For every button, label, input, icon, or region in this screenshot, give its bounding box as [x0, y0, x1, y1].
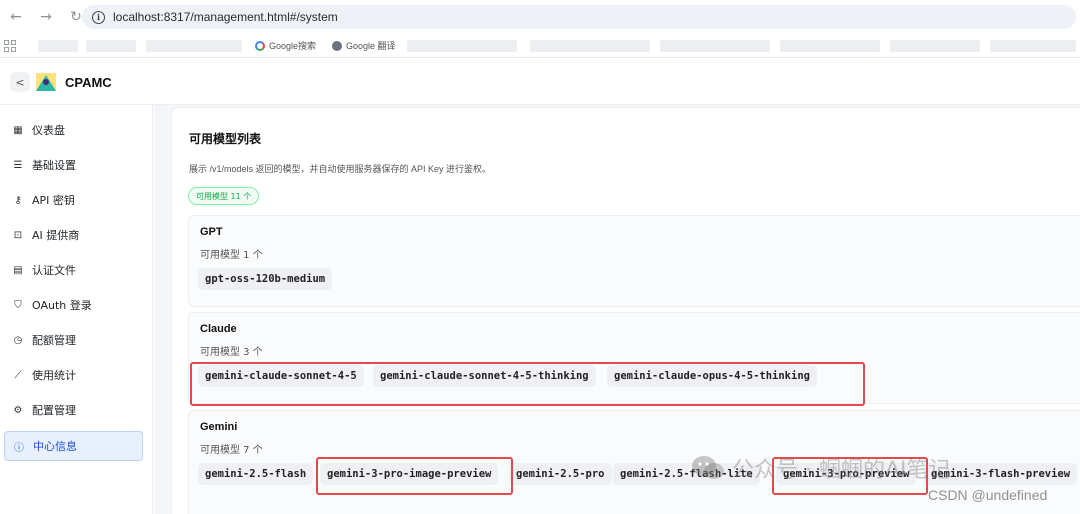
sidebar-item-basic-settings[interactable]: ☰ 基础设置: [4, 150, 143, 180]
chevron-left-icon: <: [15, 75, 25, 89]
file-icon: ▤: [13, 264, 23, 276]
group-title: Claude: [200, 323, 237, 335]
url-text: localhost:8317/management.html#/system: [113, 10, 338, 24]
globe-icon: [332, 40, 342, 51]
logo-icon: [36, 73, 56, 91]
model-count-badge: 可用模型 11 个: [188, 187, 260, 205]
blurred-bookmark[interactable]: [890, 40, 980, 52]
site-info-icon[interactable]: i: [92, 10, 105, 24]
group-title: GPT: [200, 226, 223, 238]
panel-title: 可用模型列表: [189, 132, 262, 146]
group-subtitle: 可用模型 7 个: [200, 445, 263, 456]
back-arrow-icon[interactable]: ←: [6, 7, 26, 27]
model-chip[interactable]: gemini-2.5-pro: [509, 463, 612, 485]
sidebar-item-ai-providers[interactable]: ⊡ AI 提供商: [4, 220, 143, 250]
dashboard-icon: ▦: [13, 124, 23, 136]
timer-icon: ◷: [13, 334, 23, 346]
browser-address-bar: ← → ↻ i localhost:8317/management.html#/…: [0, 0, 1080, 34]
forward-arrow-icon[interactable]: →: [36, 7, 56, 27]
wechat-icon: [692, 456, 724, 479]
bookmark-google-translate[interactable]: Google 翻译: [332, 39, 396, 52]
sidebar-item-auth-files[interactable]: ▤ 认证文件: [4, 255, 143, 285]
bookmark-google-search[interactable]: Google搜索: [255, 39, 316, 52]
sidebar-item-usage-stats[interactable]: ⟋ 使用统计: [4, 360, 143, 390]
sidebar-item-center-info[interactable]: ⓘ 中心信息: [4, 431, 143, 461]
sidebar: ▦ 仪表盘 ☰ 基础设置 ⚷ API 密钥 ⊡ AI 提供商 ▤ 认证文件 ⛉ …: [0, 105, 153, 514]
model-chip[interactable]: gemini-claude-sonnet-4-5-thinking: [373, 365, 596, 387]
gear-icon: ⚙: [13, 404, 23, 416]
sidebar-item-config[interactable]: ⚙ 配置管理: [4, 395, 143, 425]
app-title: CPAMC: [65, 75, 112, 90]
url-field[interactable]: i localhost:8317/management.html#/system: [82, 5, 1076, 29]
model-chip[interactable]: gpt-oss-120b-medium: [198, 268, 333, 290]
blurred-bookmark[interactable]: [407, 40, 517, 52]
apps-grid-icon[interactable]: [4, 39, 16, 52]
sliders-icon: ☰: [13, 159, 23, 171]
model-chip[interactable]: gemini-3-pro-image-preview: [320, 463, 499, 485]
group-subtitle: 可用模型 1 个: [200, 250, 263, 261]
blurred-bookmark[interactable]: [530, 40, 650, 52]
blurred-bookmark[interactable]: [660, 40, 770, 52]
panel-description: 展示 /v1/models 返回的模型，并自动使用服务器保存的 API Key …: [189, 164, 492, 174]
model-chip[interactable]: gemini-claude-sonnet-4-5: [198, 365, 364, 387]
sidebar-item-dashboard[interactable]: ▦ 仪表盘: [4, 115, 143, 145]
sidebar-item-oauth-login[interactable]: ⛉ OAuth 登录: [4, 290, 143, 320]
shield-icon: ⛉: [14, 299, 22, 311]
model-group-gpt: GPT 可用模型 1 个 gpt-oss-120b-medium: [188, 215, 1080, 307]
info-icon: ⓘ: [14, 442, 24, 454]
bookmarks-bar: Google搜索 Google 翻译: [0, 34, 1080, 58]
blurred-bookmark[interactable]: [780, 40, 880, 52]
blurred-bookmark[interactable]: [38, 40, 78, 52]
chart-icon: ⟋: [14, 369, 22, 381]
robot-icon: ⊡: [13, 229, 23, 241]
google-icon: [255, 40, 265, 51]
blurred-bookmark[interactable]: [146, 40, 242, 52]
sidebar-item-api-keys[interactable]: ⚷ API 密钥: [4, 185, 143, 215]
watermark: 公众号 · 蝈蝈的AI笔记: [690, 452, 951, 484]
blurred-bookmark[interactable]: [990, 40, 1076, 52]
csdn-watermark: CSDN @undefined: [928, 487, 1048, 503]
model-group-claude: Claude 可用模型 3 个 gemini-claude-sonnet-4-5…: [188, 312, 1080, 404]
key-icon: ⚷: [14, 194, 22, 206]
collapse-button[interactable]: <: [10, 72, 30, 92]
blurred-bookmark[interactable]: [86, 40, 136, 52]
group-title: Gemini: [200, 421, 238, 433]
group-subtitle: 可用模型 3 个: [200, 347, 263, 358]
model-chip[interactable]: gemini-claude-opus-4-5-thinking: [607, 365, 817, 387]
sidebar-item-quota[interactable]: ◷ 配额管理: [4, 325, 143, 355]
app-header: < CPAMC: [0, 59, 1080, 105]
model-chip[interactable]: gemini-2.5-flash: [198, 463, 314, 485]
